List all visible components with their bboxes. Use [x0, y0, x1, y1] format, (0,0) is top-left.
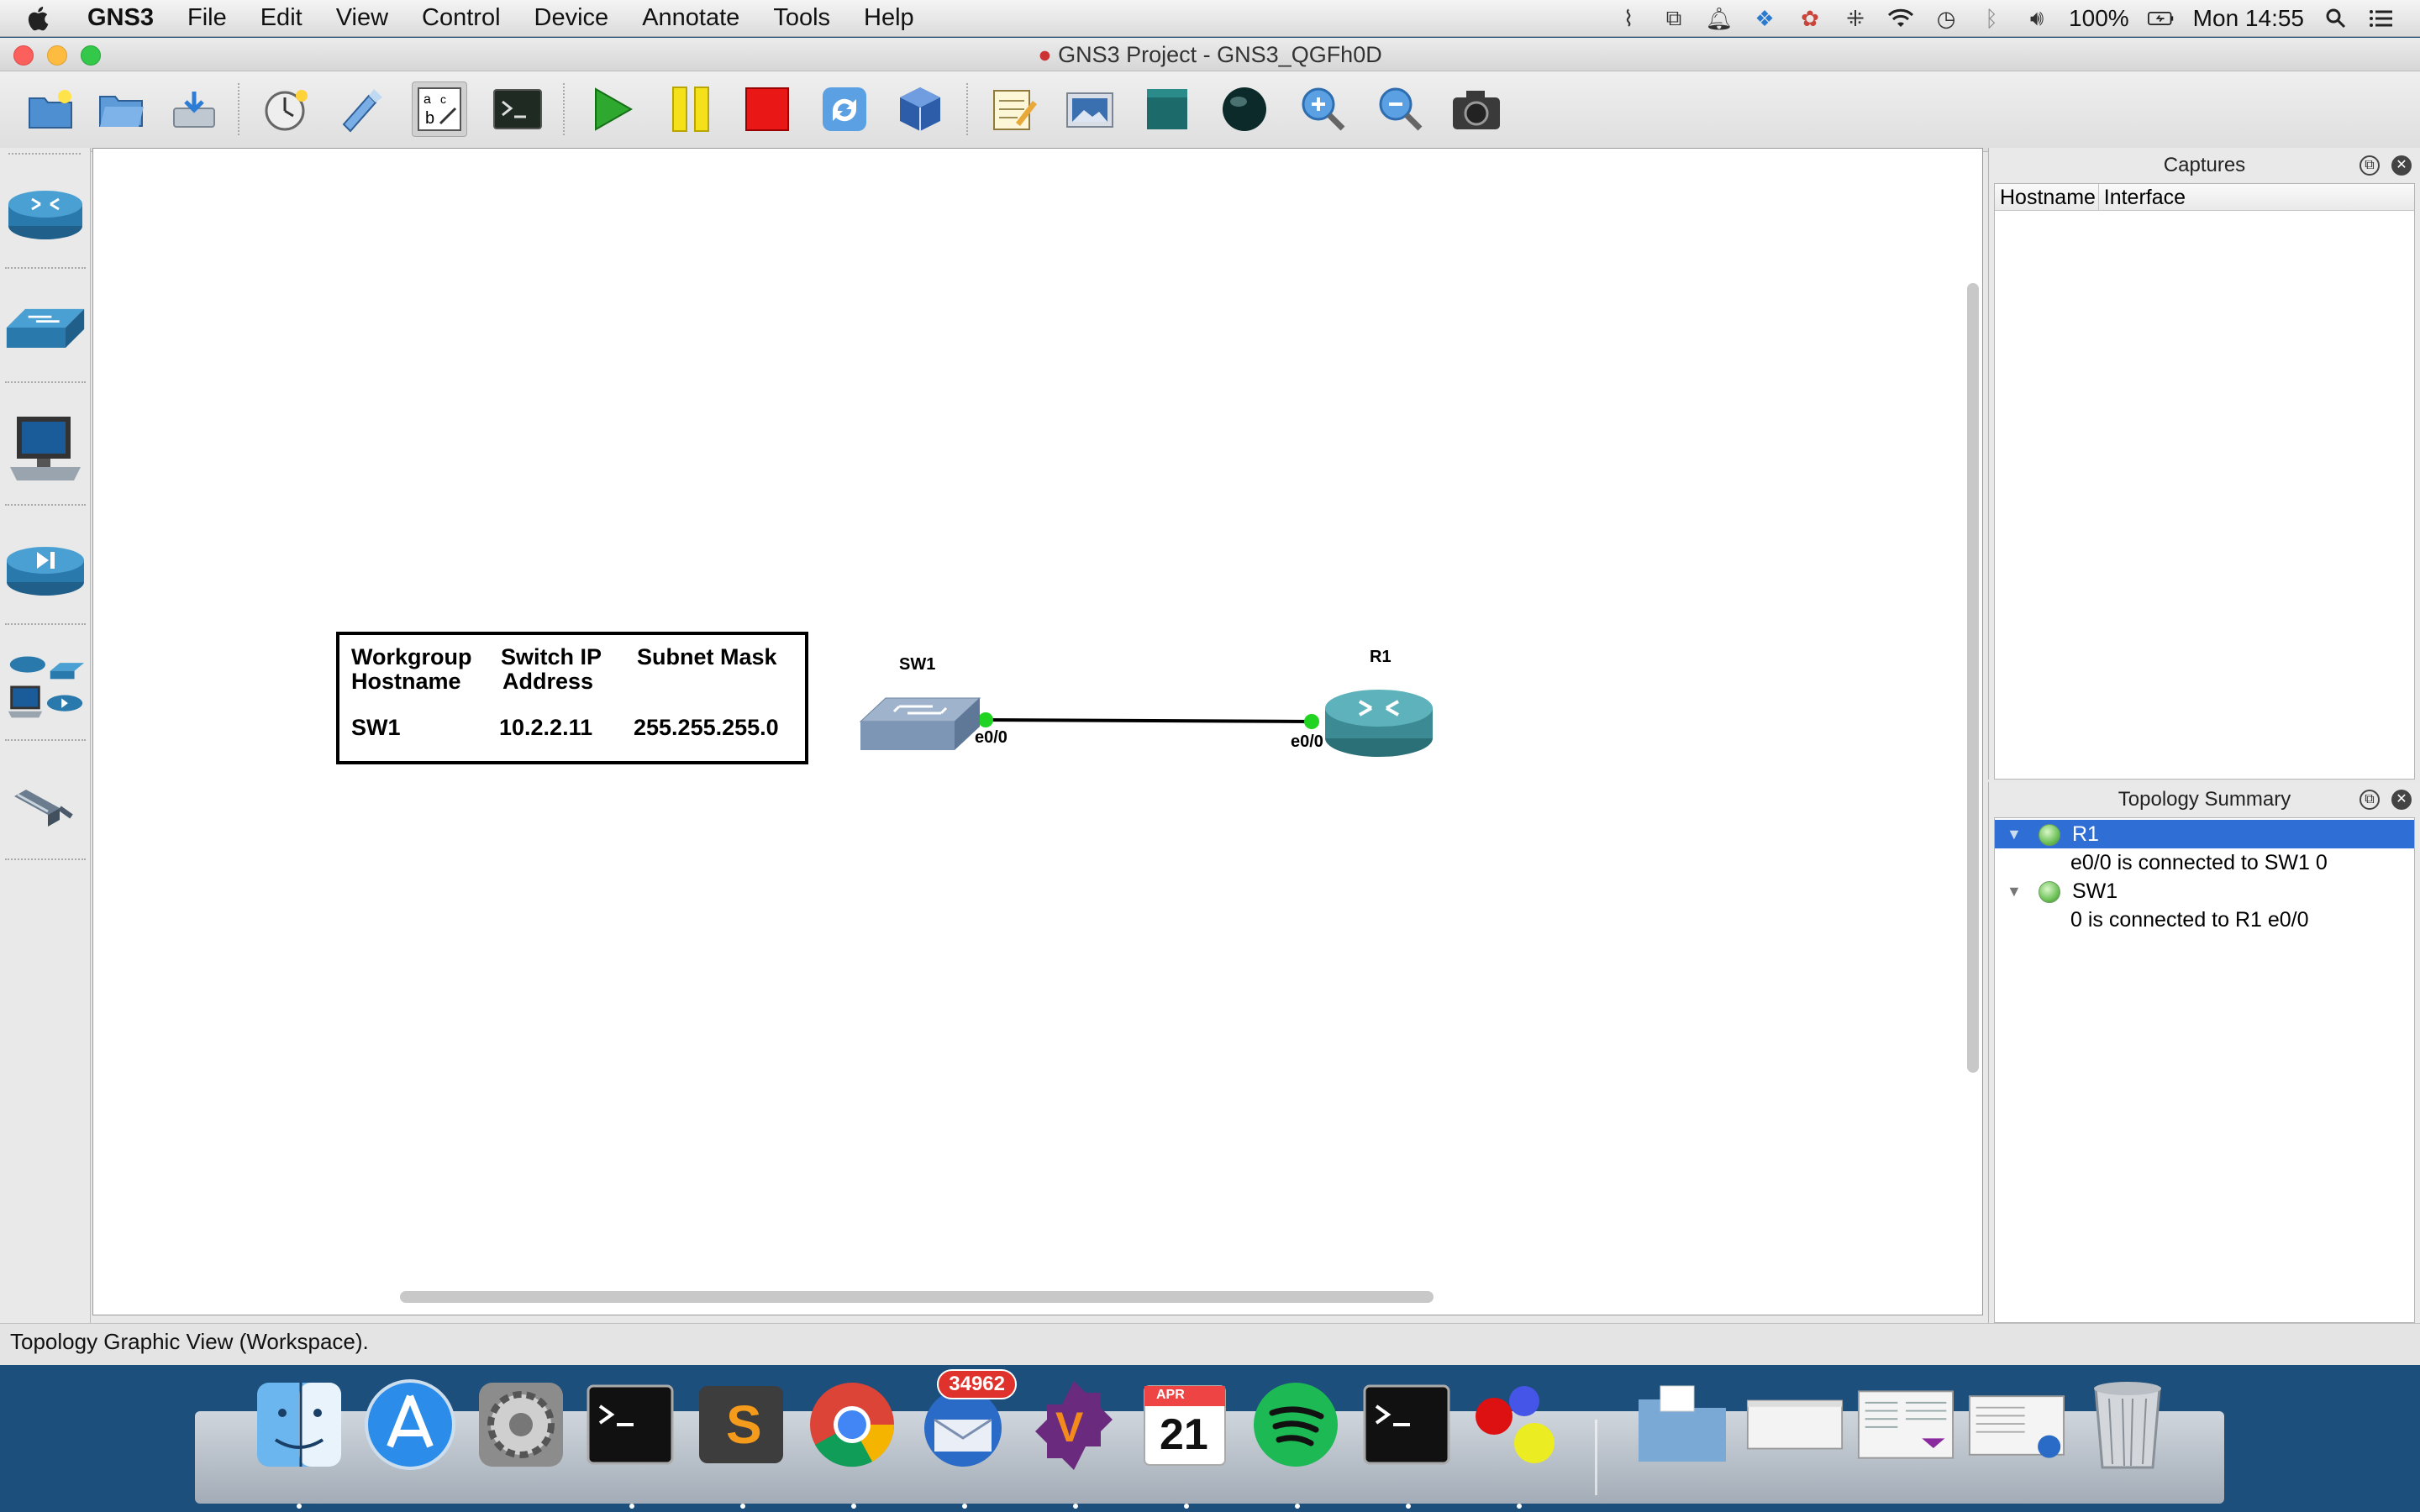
colorful-app-icon[interactable]: ✿	[1797, 6, 1823, 31]
grid-dots-icon[interactable]: ⁜	[1842, 6, 1869, 31]
menu-file[interactable]: File	[187, 4, 227, 32]
dropbox-icon[interactable]: ❖	[1751, 6, 1778, 31]
running-indicator	[297, 1504, 302, 1509]
topology-summary-header: Topology Summary ⧉ ✕	[1989, 782, 2420, 817]
battery-icon[interactable]	[2147, 6, 2175, 31]
column-hostname[interactable]: Hostname	[1995, 184, 2099, 210]
captures-list[interactable]: Hostname Interface	[1994, 183, 2415, 780]
svg-text:S: S	[726, 1394, 762, 1455]
running-indicator	[1406, 1504, 1411, 1509]
spotify-dock-icon[interactable]	[1247, 1376, 1344, 1473]
sw1-interface-label: e0/0	[975, 728, 1007, 747]
calendar-dock-icon[interactable]: APR 21	[1136, 1376, 1234, 1473]
r1-router-icon[interactable]	[1323, 683, 1435, 760]
close-panel-icon[interactable]: ✕	[2391, 155, 2412, 176]
captures-column-headers: Hostname Interface	[1995, 184, 2414, 211]
menu-view[interactable]: View	[336, 4, 388, 32]
menu-control[interactable]: Control	[422, 4, 501, 32]
menu-tools[interactable]: Tools	[773, 4, 830, 32]
running-indicator	[1517, 1504, 1522, 1509]
trash-dock-icon[interactable]	[2079, 1376, 2176, 1473]
tree-node-r1[interactable]: ▼ R1	[1995, 820, 2414, 848]
running-indicator	[851, 1504, 856, 1509]
time-machine-icon[interactable]: ◷	[1933, 6, 1960, 31]
menu-app-name[interactable]: GNS3	[87, 4, 154, 32]
tree-node-name: R1	[2072, 822, 2099, 846]
sw1-label[interactable]: SW1	[899, 655, 935, 675]
tree-link-detail[interactable]: e0/0 is connected to SW1 0	[1995, 848, 2414, 877]
running-indicator	[1073, 1504, 1078, 1509]
r1-label[interactable]: R1	[1370, 648, 1392, 667]
molecule-app-dock-icon[interactable]	[1469, 1376, 1566, 1473]
system-preferences-dock-icon[interactable]	[472, 1376, 570, 1473]
battery-percent[interactable]: 100%	[2069, 5, 2129, 32]
expand-arrow-icon[interactable]: ▼	[2007, 877, 2022, 906]
menu-edit[interactable]: Edit	[260, 4, 302, 32]
close-panel-icon[interactable]: ✕	[2391, 790, 2412, 810]
bluetooth-icon[interactable]: ᛒ	[1978, 6, 2005, 31]
status-tray: ⌇ ⧉ 🔔︎ ❖ ✿ ⁜ ◷ ᛒ 🔊︎ 100% Mon 14:55	[1615, 0, 2420, 37]
captures-panel: Captures ⧉ ✕ Hostname Interface	[1988, 148, 2420, 780]
thunderbird-dock-icon[interactable]: 34962	[914, 1369, 1017, 1473]
status-bar: Topology Graphic View (Workspace).	[0, 1323, 2420, 1365]
tree-node-sw1[interactable]: ▼ SW1	[1995, 877, 2414, 906]
minimized-window-3[interactable]	[1968, 1376, 2065, 1473]
notification-bell-icon[interactable]: 🔔︎	[1706, 6, 1733, 31]
captures-panel-header: Captures ⧉ ✕	[1989, 148, 2420, 183]
node-status-icon	[2039, 881, 2060, 903]
tree-link-detail[interactable]: 0 is connected to R1 e0/0	[1995, 906, 2414, 934]
folder-dock-icon[interactable]	[1634, 1376, 1731, 1473]
tree-node-name: SW1	[2072, 879, 2118, 903]
node-status-icon	[2039, 824, 2060, 846]
expand-arrow-icon[interactable]: ▼	[2007, 820, 2022, 848]
r1-port-status-dot	[1304, 714, 1319, 729]
volume-icon[interactable]: 🔊︎	[2023, 5, 2050, 31]
undock-panel-icon[interactable]: ⧉	[2360, 155, 2380, 176]
airdrop-icon[interactable]: ⌇	[1615, 6, 1642, 31]
running-indicator	[629, 1504, 634, 1509]
topology-tree[interactable]: ▼ R1 e0/0 is connected to SW1 0 ▼ SW1 0 …	[1994, 817, 2415, 1323]
topology-summary-panel: Topology Summary ⧉ ✕ ▼ R1 e0/0 is connec…	[1988, 782, 2420, 1323]
menu-help[interactable]: Help	[864, 4, 914, 32]
column-interface[interactable]: Interface	[2099, 184, 2414, 210]
wifi-icon[interactable]	[1887, 6, 1914, 31]
app-store-dock-icon[interactable]	[361, 1376, 459, 1473]
clock[interactable]: Mon 14:55	[2193, 5, 2304, 32]
mail-unread-badge: 34962	[937, 1369, 1017, 1399]
gns3-window: ● GNS3 Project - GNS3_QGFh0D acb Workgro…	[0, 38, 2420, 1365]
finder-dock-icon[interactable]	[250, 1376, 348, 1473]
minimized-window-1[interactable]	[1746, 1376, 1844, 1473]
running-indicator	[740, 1504, 745, 1509]
chrome-dock-icon[interactable]	[803, 1376, 901, 1473]
notification-center-icon[interactable]	[2368, 6, 2395, 31]
calendar-month: APR	[1156, 1388, 1185, 1402]
tree-detail-text: e0/0 is connected to SW1 0	[2070, 851, 2328, 874]
topology-summary-title: Topology Summary	[2118, 788, 2291, 811]
tree-detail-text: 0 is connected to R1 e0/0	[2070, 908, 2309, 932]
running-indicator	[962, 1504, 967, 1509]
running-indicator	[1295, 1504, 1300, 1509]
running-indicator	[1184, 1504, 1189, 1509]
menu-bar: GNS3 File Edit View Control Device Annot…	[0, 0, 2420, 37]
terminal-dock-icon-2[interactable]	[1358, 1376, 1455, 1473]
svg-text:V: V	[1055, 1404, 1084, 1451]
sw1-switch-icon[interactable]	[859, 691, 981, 753]
terminal-dock-icon[interactable]	[581, 1376, 679, 1473]
undock-panel-icon[interactable]: ⧉	[2360, 790, 2380, 810]
menu-device[interactable]: Device	[534, 4, 609, 32]
status-text: Topology Graphic View (Workspace).	[10, 1329, 369, 1354]
spotlight-search-icon[interactable]	[2323, 6, 2349, 31]
menu-annotate[interactable]: Annotate	[642, 4, 739, 32]
screen-share-icon[interactable]: ⧉	[1660, 5, 1687, 31]
r1-interface-label: e0/0	[1291, 732, 1323, 751]
vivaldi-dock-icon[interactable]: V	[1025, 1376, 1123, 1473]
sublime-text-dock-icon[interactable]: S	[692, 1376, 790, 1473]
apple-icon[interactable]	[25, 4, 54, 33]
dock-divider	[1595, 1420, 1597, 1495]
minimized-window-2[interactable]	[1857, 1376, 1954, 1473]
captures-panel-title: Captures	[2163, 154, 2246, 176]
calendar-day: 21	[1160, 1410, 1208, 1459]
